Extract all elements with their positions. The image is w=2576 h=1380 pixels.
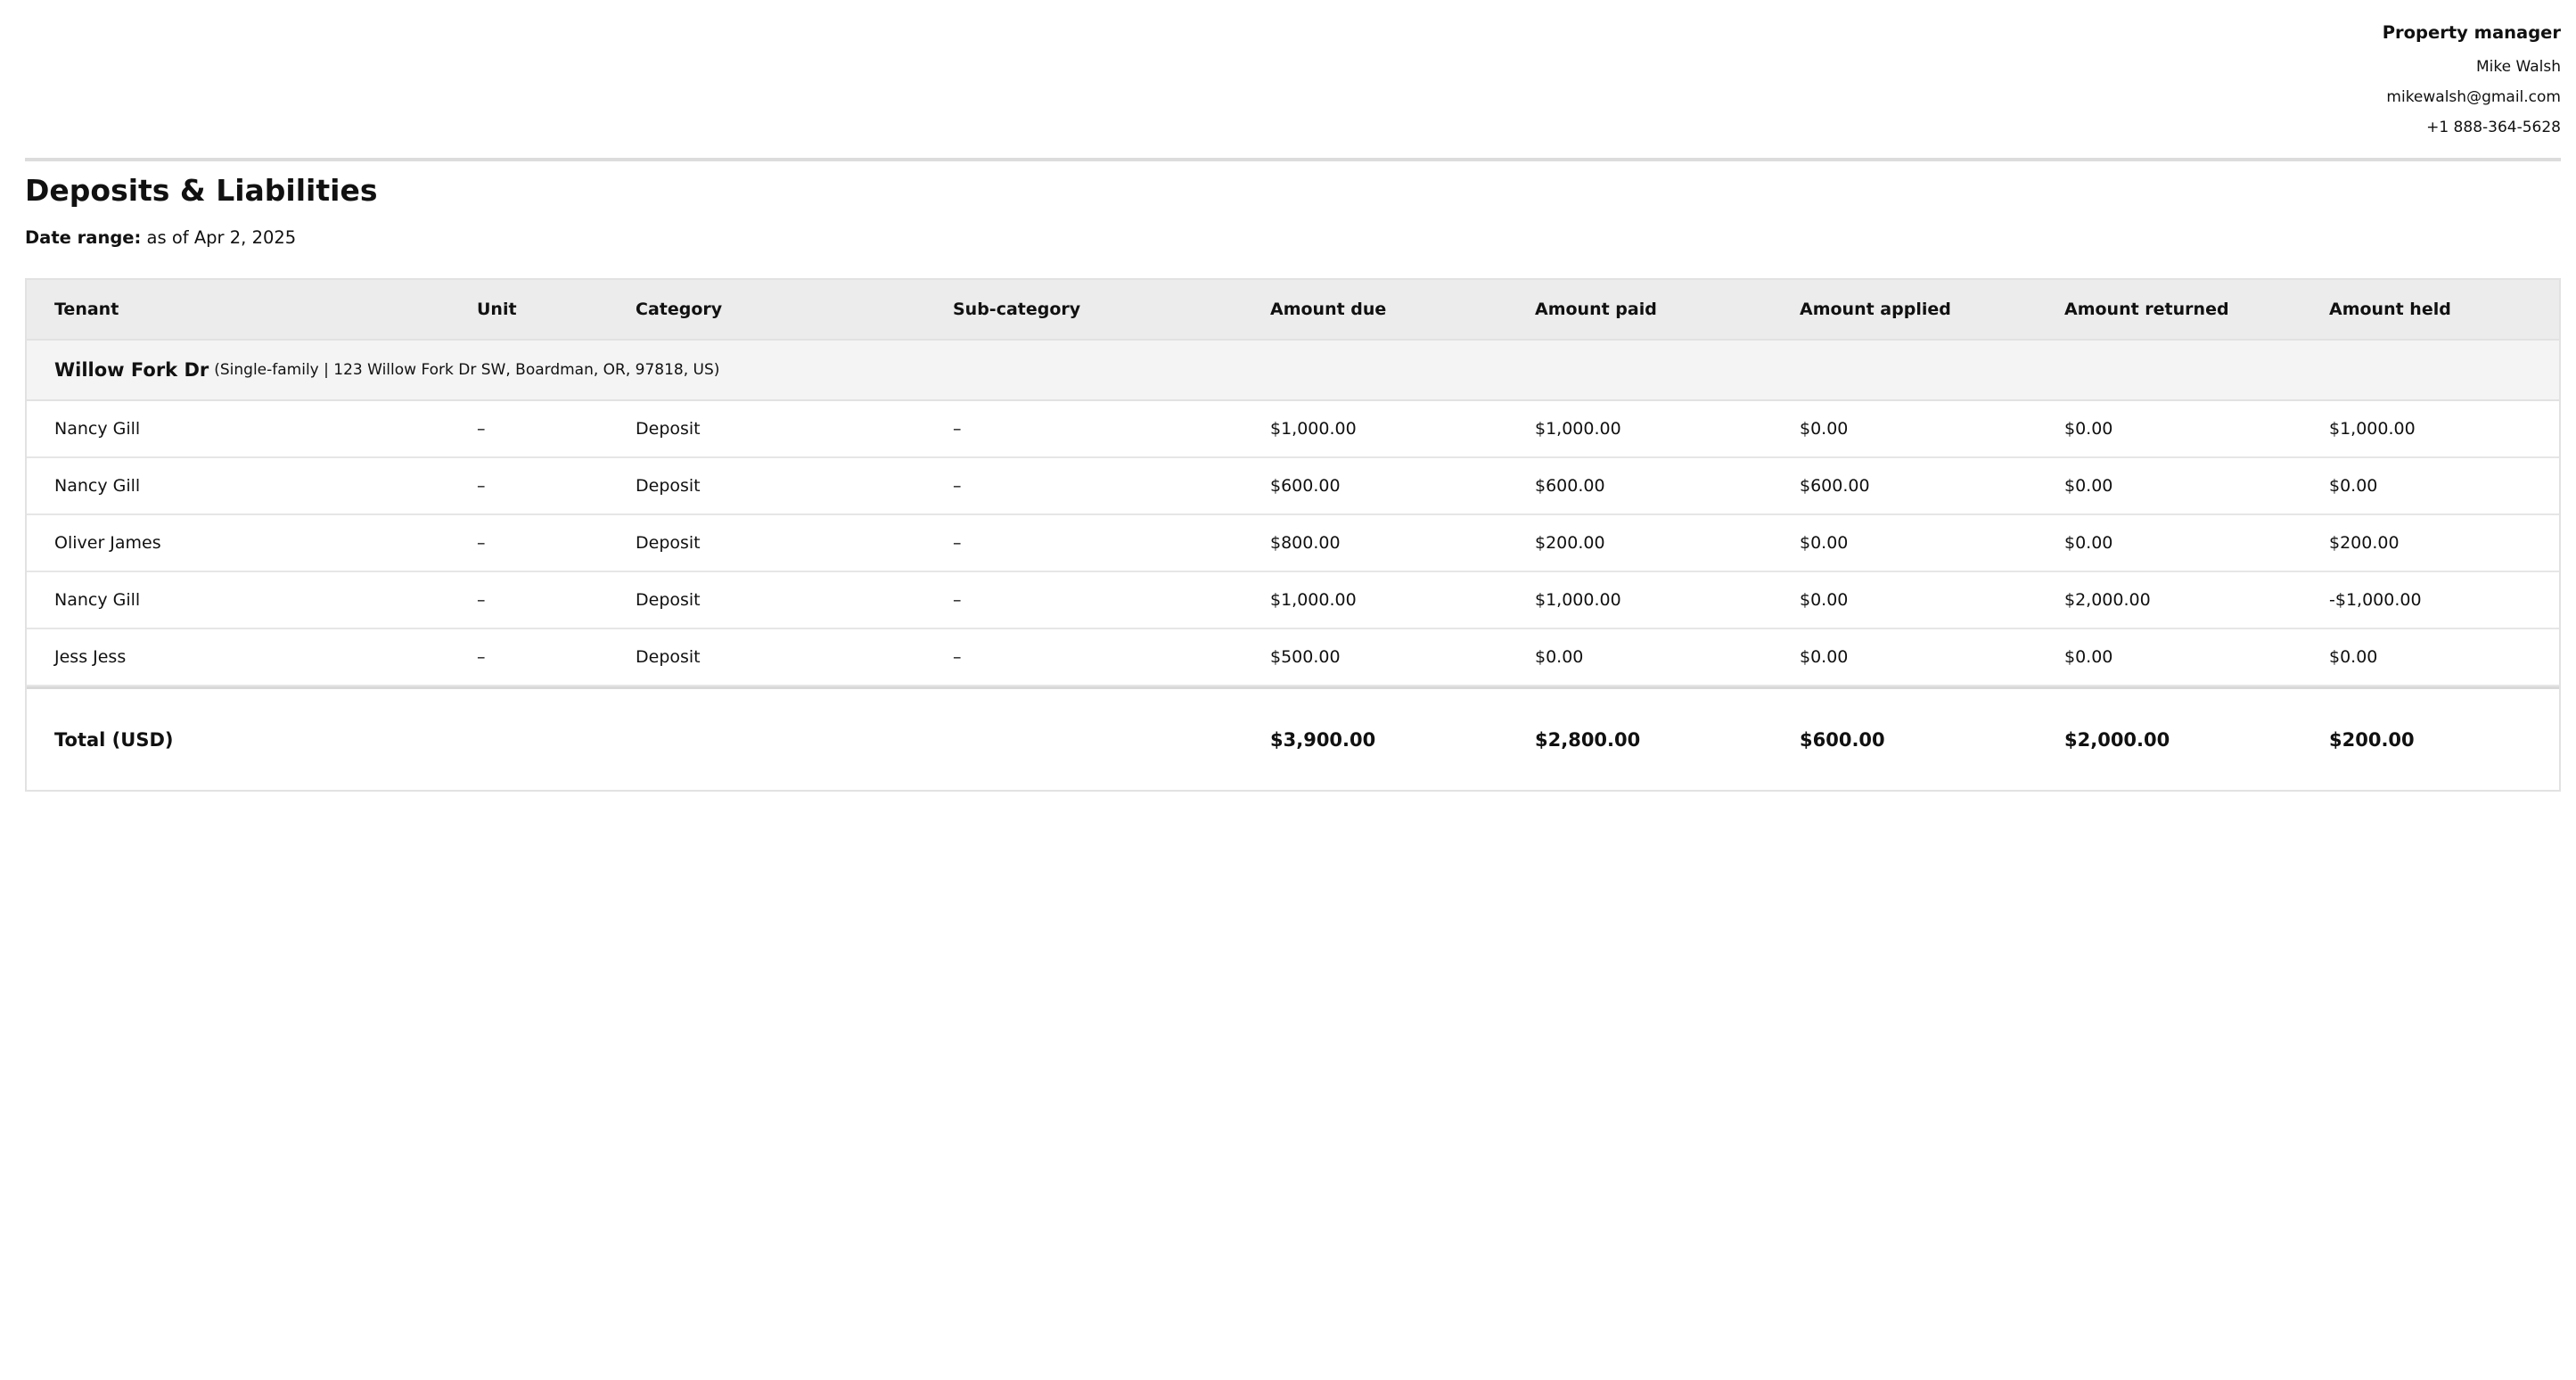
report-title: Deposits & Liabilities	[25, 173, 378, 208]
property-group-row: Willow Fork Dr (Single-family | 123 Will…	[27, 341, 2559, 401]
total-label: Total (USD)	[54, 728, 174, 751]
cell-amount-applied: $0.00	[1800, 590, 1849, 610]
manager-name: Mike Walsh	[2476, 58, 2561, 76]
total-amount-held: $200.00	[2329, 728, 2415, 751]
cell-unit: –	[477, 590, 486, 610]
date-range-value: as of Apr 2, 2025	[146, 227, 297, 248]
column-header-unit: Unit	[477, 300, 517, 319]
column-header-amount-due: Amount due	[1270, 300, 1387, 319]
total-amount-paid: $2,800.00	[1535, 728, 1641, 751]
date-range: Date range: as of Apr 2, 2025	[25, 225, 296, 251]
cell-amount-paid: $1,000.00	[1535, 590, 1621, 610]
cell-sub-category: –	[953, 476, 962, 496]
cell-amount-held: -$1,000.00	[2329, 590, 2422, 610]
cell-category: Deposit	[636, 419, 701, 439]
cell-amount-paid: $0.00	[1535, 647, 1584, 667]
column-header-tenant: Tenant	[54, 300, 119, 319]
property-manager-block: Property manager Mike Walsh mikewalsh@gm…	[2383, 20, 2561, 143]
cell-sub-category: –	[953, 590, 962, 610]
table-row: Nancy Gill – Deposit – $1,000.00 $1,000.…	[27, 401, 2559, 458]
cell-category: Deposit	[636, 647, 701, 667]
column-header-amount-paid: Amount paid	[1535, 300, 1657, 319]
table-row: Nancy Gill – Deposit – $1,000.00 $1,000.…	[27, 572, 2559, 629]
cell-unit: –	[477, 647, 486, 667]
manager-role: Property manager	[2382, 22, 2561, 43]
cell-unit: –	[477, 533, 486, 553]
table-row: Oliver James – Deposit – $800.00 $200.00…	[27, 515, 2559, 572]
table-row: Nancy Gill – Deposit – $600.00 $600.00 $…	[27, 458, 2559, 515]
cell-sub-category: –	[953, 647, 962, 667]
cell-amount-returned: $0.00	[2064, 533, 2113, 553]
cell-amount-applied: $0.00	[1800, 419, 1849, 439]
header-divider	[25, 158, 2561, 161]
cell-amount-due: $800.00	[1270, 533, 1341, 553]
cell-amount-applied: $0.00	[1800, 647, 1849, 667]
table-header-row: Tenant Unit Category Sub-category Amount…	[27, 280, 2559, 341]
cell-amount-due: $500.00	[1270, 647, 1341, 667]
cell-category: Deposit	[636, 590, 701, 610]
cell-tenant: Nancy Gill	[54, 590, 141, 610]
cell-sub-category: –	[953, 533, 962, 553]
cell-unit: –	[477, 476, 486, 496]
table-row: Jess Jess – Deposit – $500.00 $0.00 $0.0…	[27, 629, 2559, 686]
cell-amount-paid: $1,000.00	[1535, 419, 1621, 439]
cell-category: Deposit	[636, 533, 701, 553]
column-header-amount-returned: Amount returned	[2064, 300, 2229, 319]
manager-email: mikewalsh@gmail.com	[2386, 88, 2561, 106]
cell-category: Deposit	[636, 476, 701, 496]
cell-amount-held: $200.00	[2329, 533, 2400, 553]
column-header-amount-held: Amount held	[2329, 300, 2451, 319]
cell-amount-returned: $0.00	[2064, 476, 2113, 496]
cell-amount-held: $0.00	[2329, 476, 2378, 496]
cell-amount-paid: $600.00	[1535, 476, 1605, 496]
cell-amount-applied: $0.00	[1800, 533, 1849, 553]
cell-amount-applied: $600.00	[1800, 476, 1870, 496]
cell-amount-due: $1,000.00	[1270, 419, 1357, 439]
column-header-category: Category	[636, 300, 723, 319]
cell-sub-category: –	[953, 419, 962, 439]
cell-tenant: Oliver James	[54, 533, 161, 553]
cell-amount-due: $1,000.00	[1270, 590, 1357, 610]
column-header-sub-category: Sub-category	[953, 300, 1081, 319]
cell-tenant: Nancy Gill	[54, 419, 141, 439]
cell-amount-returned: $0.00	[2064, 419, 2113, 439]
date-range-label: Date range:	[25, 227, 142, 248]
total-amount-due: $3,900.00	[1270, 728, 1376, 751]
cell-amount-held: $0.00	[2329, 647, 2378, 667]
cell-tenant: Jess Jess	[54, 647, 127, 667]
cell-amount-held: $1,000.00	[2329, 419, 2416, 439]
cell-amount-returned: $2,000.00	[2064, 590, 2151, 610]
column-header-amount-applied: Amount applied	[1800, 300, 1951, 319]
total-amount-returned: $2,000.00	[2064, 728, 2170, 751]
cell-amount-returned: $0.00	[2064, 647, 2113, 667]
cell-amount-paid: $200.00	[1535, 533, 1605, 553]
deposits-table: Tenant Unit Category Sub-category Amount…	[25, 278, 2561, 792]
property-name: Willow Fork Dr	[54, 359, 209, 381]
cell-tenant: Nancy Gill	[54, 476, 141, 496]
cell-amount-due: $600.00	[1270, 476, 1341, 496]
total-row: Total (USD) $3,900.00 $2,800.00 $600.00 …	[27, 686, 2559, 790]
property-description: (Single-family | 123 Willow Fork Dr SW, …	[214, 361, 720, 379]
cell-unit: –	[477, 419, 486, 439]
manager-phone: +1 888-364-5628	[2426, 119, 2561, 136]
total-amount-applied: $600.00	[1800, 728, 1885, 751]
